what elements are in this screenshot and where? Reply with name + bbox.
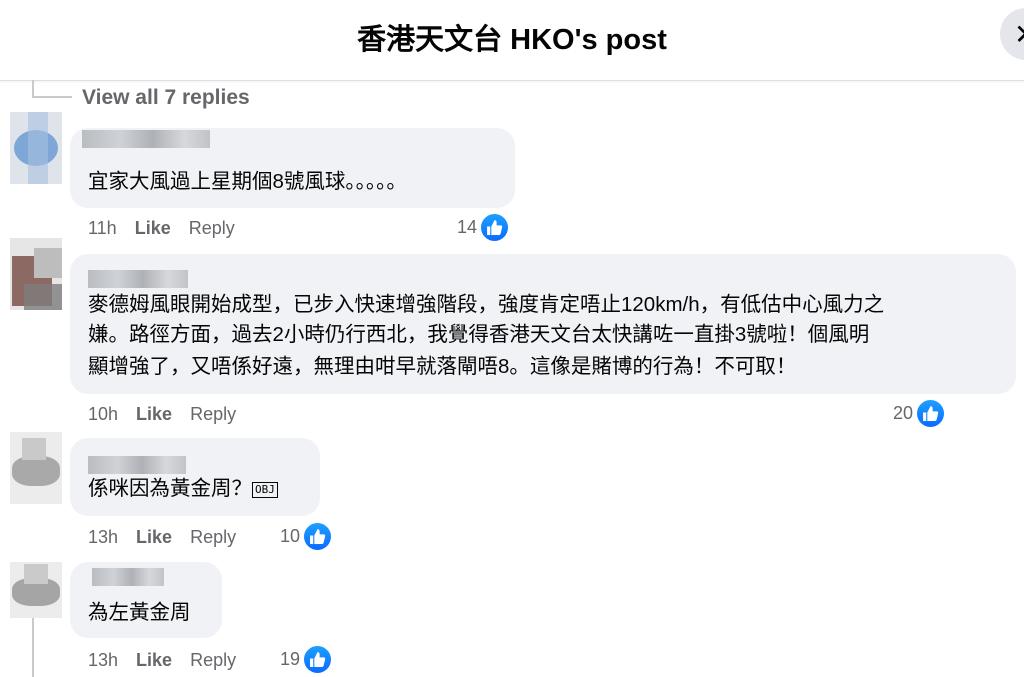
comment-text: 係咪因為黃金周？ OBJ [88, 472, 278, 506]
commenter-name[interactable] [82, 130, 210, 148]
commenter-name[interactable] [92, 568, 164, 586]
comment-time[interactable]: 13h [88, 527, 118, 547]
avatar[interactable] [10, 112, 62, 184]
comment-actions: 11h Like Reply [88, 218, 235, 239]
avatar[interactable] [10, 238, 62, 310]
comment-text: 顯增強了，又唔係好遠，無理由咁早就落閘唔8。這像是賭博的行為！不可取！ [88, 355, 797, 378]
comment-actions: 13h Like Reply [88, 527, 236, 548]
close-icon: ✕ [1014, 18, 1024, 51]
thumbs-up-icon [302, 521, 334, 552]
reply-button[interactable]: Reply [190, 404, 236, 424]
thread-line [32, 80, 34, 96]
comment-time[interactable]: 13h [88, 650, 118, 670]
comment-text-body: 係咪因為黃金周？ [88, 477, 252, 500]
comment-text: 宜家大風過上星期個8號風球。。。。。 [88, 170, 407, 193]
avatar[interactable] [10, 432, 62, 504]
comment-text: 麥德姆風眼開始成型，已步入快速增強階段，強度肯定唔止120km/h，有低估中心風… [88, 293, 885, 316]
thread-line [32, 96, 72, 98]
comment-actions: 10h Like Reply [88, 404, 236, 425]
reply-button[interactable]: Reply [190, 650, 236, 670]
comment-text: 為左黃金周 [88, 601, 191, 624]
object-placeholder-icon: OBJ [252, 481, 278, 498]
thumbs-up-icon [915, 398, 947, 429]
reply-button[interactable]: Reply [189, 218, 235, 238]
reaction-count-number: 10 [280, 526, 301, 546]
reaction-count[interactable]: 14 [457, 212, 511, 243]
thumbs-up-icon [302, 644, 334, 675]
page-title: 香港天文台 HKO's post [357, 24, 667, 56]
reaction-count[interactable]: 10 [280, 521, 334, 552]
comment-time[interactable]: 11h [88, 218, 117, 238]
like-button[interactable]: Like [136, 650, 172, 670]
reply-button[interactable]: Reply [190, 527, 236, 547]
commenter-name[interactable] [88, 270, 188, 288]
post-header: 香港天文台 HKO's post ✕ [0, 0, 1024, 81]
like-button[interactable]: Like [136, 527, 172, 547]
comment-text: 嫌。路徑方面，過去2小時仍行西北，我覺得香港天文台太快講咗一直掛3號啦！個風明 [88, 323, 870, 346]
thumbs-up-icon [479, 212, 511, 243]
view-all-replies-link[interactable]: View all 7 replies [82, 86, 250, 110]
reaction-count-number: 14 [457, 217, 478, 237]
reaction-count[interactable]: 20 [893, 398, 947, 429]
reaction-count-number: 20 [893, 403, 914, 423]
comment-actions: 13h Like Reply [88, 650, 236, 671]
like-button[interactable]: Like [135, 218, 171, 238]
reaction-count[interactable]: 19 [280, 644, 334, 675]
reaction-count-number: 19 [280, 649, 301, 669]
comment-time[interactable]: 10h [88, 404, 118, 424]
like-button[interactable]: Like [136, 404, 172, 424]
avatar[interactable] [10, 562, 62, 634]
